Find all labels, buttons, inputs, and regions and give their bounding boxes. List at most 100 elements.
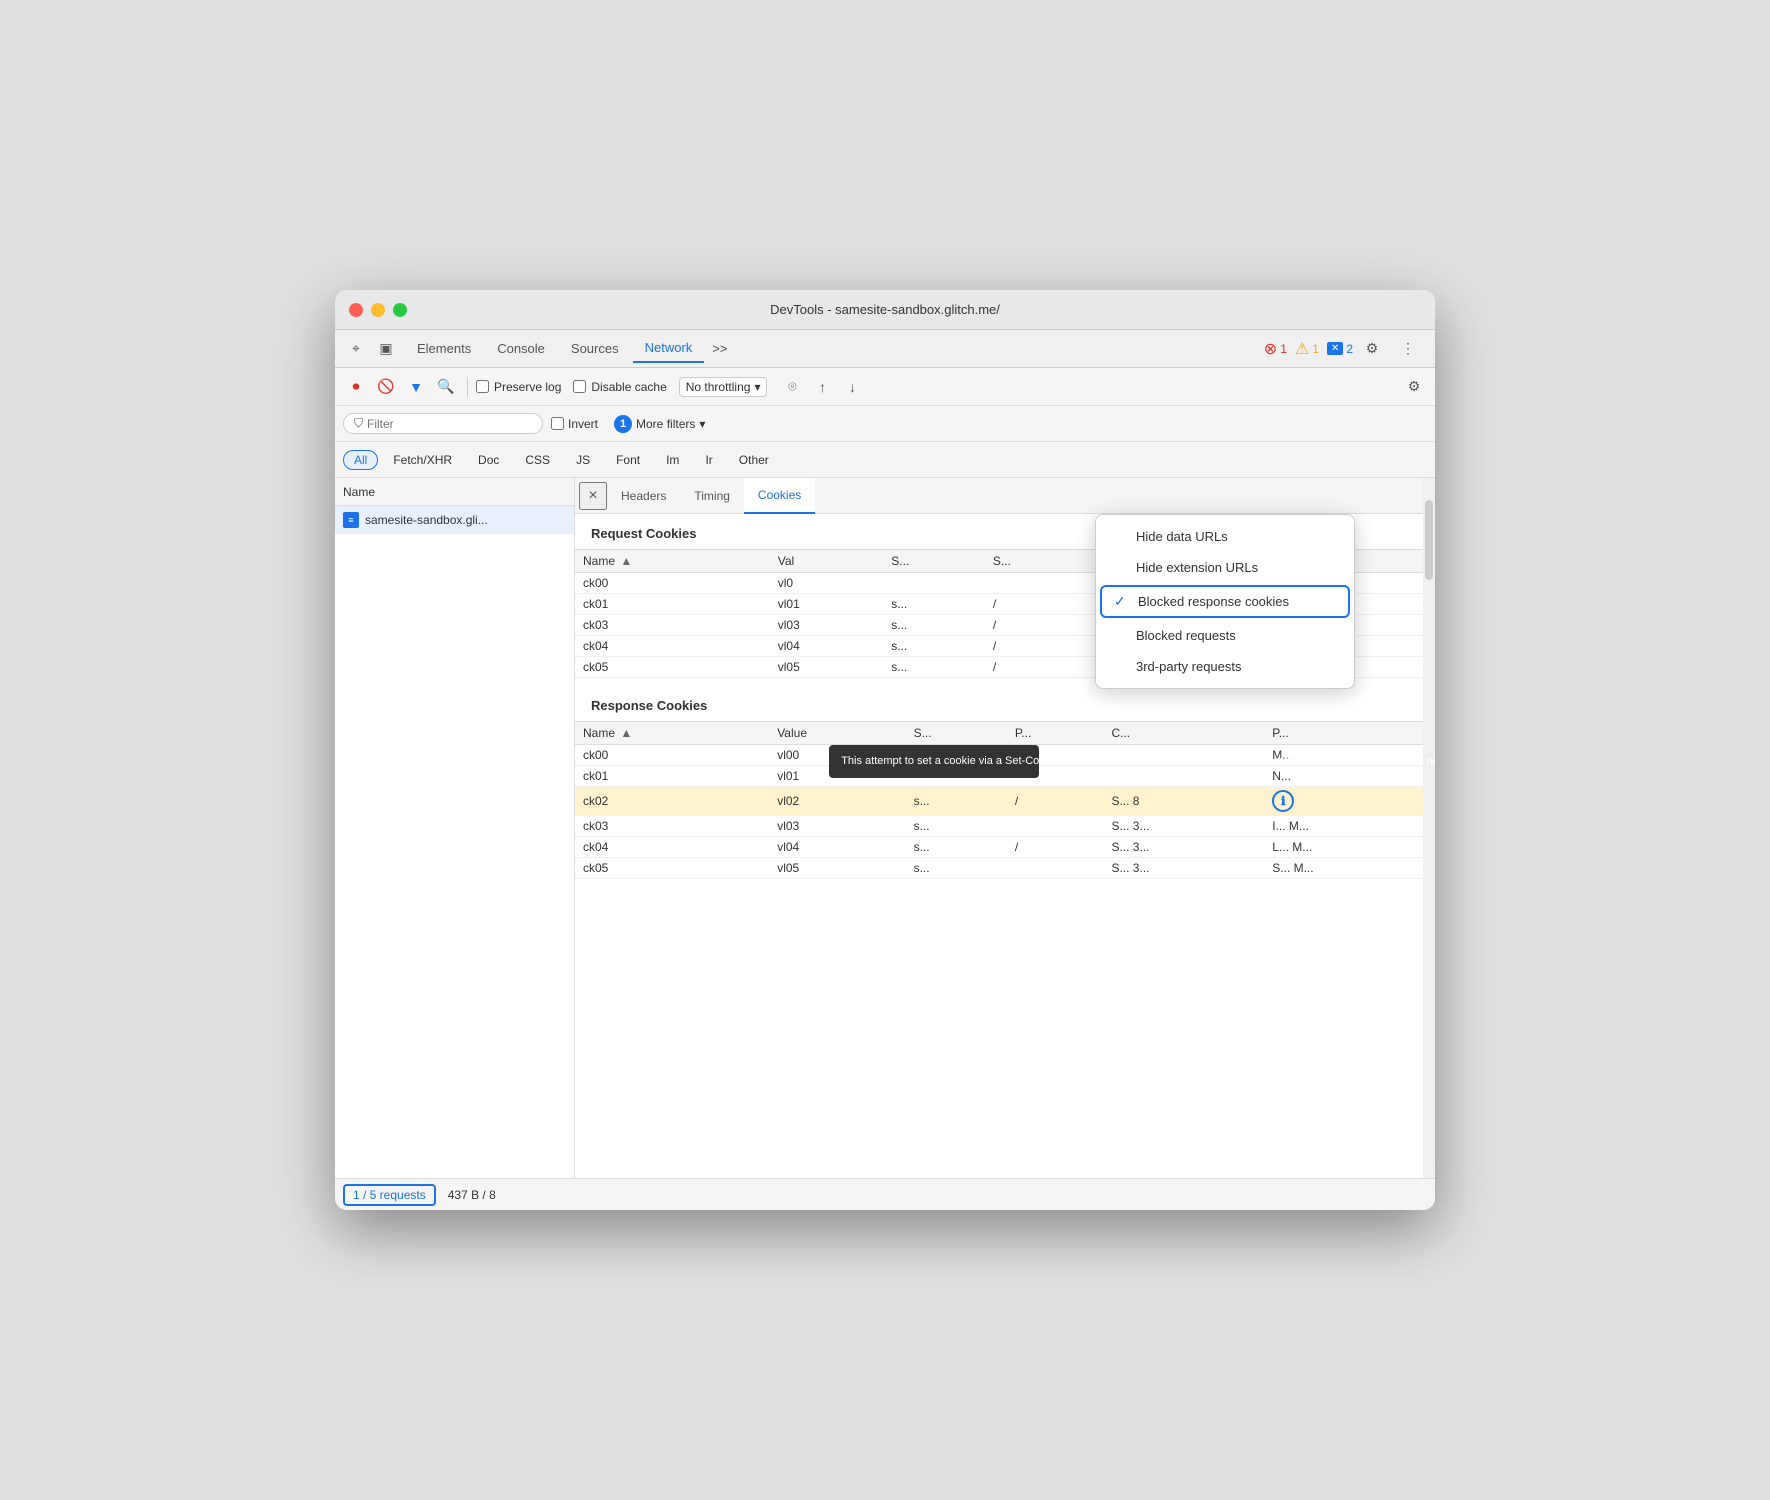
minimize-button[interactable]: [371, 303, 385, 317]
more-filters-label: More filters: [636, 417, 695, 431]
rc-name-col: Name ▲: [575, 550, 770, 573]
rc-row1-name: ck01: [575, 594, 770, 615]
filter-count-badge: 1: [614, 415, 632, 433]
search-button[interactable]: 🔍: [433, 374, 459, 400]
settings-icon[interactable]: ⚙: [1361, 338, 1383, 360]
main-content: Name ≡ samesite-sandbox.gli... × Headers…: [335, 478, 1435, 1178]
scrollbar-thumb[interactable]: [1425, 500, 1433, 580]
detail-panel: × Headers Timing Cookies Request Cookies…: [575, 478, 1435, 1178]
dropdown-item-hide-extension-urls[interactable]: Hide extension URLs: [1096, 552, 1354, 583]
dropdown-item-hide-data-urls[interactable]: Hide data URLs: [1096, 521, 1354, 552]
type-image[interactable]: Im: [655, 450, 690, 470]
warning-count: 1: [1312, 342, 1319, 356]
table-row[interactable]: ck02 vl02 s... / S... 8 ℹ: [575, 787, 1435, 816]
resp-row1-p2: N...: [1264, 766, 1435, 787]
request-row[interactable]: ≡ samesite-sandbox.gli...: [335, 506, 574, 534]
rc-s1-col: S...: [883, 550, 985, 573]
more-tabs-button[interactable]: >>: [706, 337, 733, 360]
type-doc[interactable]: Doc: [467, 450, 510, 470]
resp-row4-name: ck04: [575, 837, 769, 858]
resp-row5-name: ck05: [575, 858, 769, 879]
filter-input-wrap[interactable]: ⛉: [343, 413, 543, 434]
blocked-response-cookies-label: Blocked response cookies: [1138, 594, 1289, 609]
type-js[interactable]: JS: [565, 450, 601, 470]
resp-row3-p2: I... M...: [1264, 816, 1435, 837]
table-row[interactable]: ck03 vl03 s... S... 3... I... M...: [575, 816, 1435, 837]
tab-headers[interactable]: Headers: [607, 478, 680, 514]
dropdown-item-blocked-requests[interactable]: Blocked requests: [1096, 620, 1354, 651]
tooltip-text: This attempt to set a cookie via a Set-C…: [841, 755, 1435, 767]
dropdown-item-3rd-party-requests[interactable]: 3rd-party requests: [1096, 651, 1354, 682]
window-controls: [349, 303, 407, 317]
type-css[interactable]: CSS: [514, 450, 561, 470]
error-count: 1: [1280, 342, 1287, 356]
tab-elements[interactable]: Elements: [405, 335, 483, 363]
type-fetch-xhr[interactable]: Fetch/XHR: [382, 450, 463, 470]
network-settings-icon[interactable]: ⚙: [1401, 374, 1427, 400]
close-detail-button[interactable]: ×: [579, 482, 607, 510]
request-doc-icon: ≡: [343, 512, 359, 528]
info-icon-circle[interactable]: ℹ: [1272, 790, 1294, 812]
rc-s2-col: S...: [985, 550, 1087, 573]
resp-row2-name: ck02: [575, 787, 769, 816]
error-icon: ⊗: [1264, 339, 1277, 359]
more-filters-button[interactable]: 1 More filters ▾: [606, 413, 713, 435]
info-count: 2: [1346, 342, 1353, 356]
resp-s-col: S...: [906, 722, 1007, 745]
scrollbar[interactable]: [1423, 478, 1435, 1178]
cookie-tooltip: This attempt to set a cookie via a Set-C…: [829, 745, 1039, 778]
warning-badge: ⚠ 1: [1295, 339, 1319, 359]
resp-row2-c: S... 8: [1103, 787, 1264, 816]
download-icon[interactable]: ↓: [839, 374, 865, 400]
window-title: DevTools - samesite-sandbox.glitch.me/: [770, 302, 1000, 317]
preserve-log-label: Preserve log: [494, 380, 561, 394]
warning-icon: ⚠: [1295, 339, 1309, 359]
tab-console[interactable]: Console: [485, 335, 557, 363]
resp-row3-p: [1007, 816, 1104, 837]
info-badge: ✕ 2: [1327, 342, 1353, 356]
rc-row0-s2: [985, 573, 1087, 594]
clear-button[interactable]: 🚫: [373, 374, 399, 400]
request-name: samesite-sandbox.gli...: [365, 513, 488, 527]
stop-recording-button[interactable]: ⏺: [343, 374, 369, 400]
invert-label-text: Invert: [568, 417, 598, 431]
invert-input[interactable]: [551, 417, 564, 430]
rc-row3-s1: s...: [883, 636, 985, 657]
rc-value-col: Val: [770, 550, 884, 573]
tab-timing[interactable]: Timing: [680, 478, 744, 514]
requests-panel: Name ≡ samesite-sandbox.gli...: [335, 478, 575, 1178]
requests-count-badge: 1 / 5 requests: [343, 1184, 436, 1206]
preserve-log-input[interactable]: [476, 380, 489, 393]
cursor-icon[interactable]: ⌖: [345, 338, 367, 360]
table-row[interactable]: ck04 vl04 s... / S... 3... L... M...: [575, 837, 1435, 858]
disable-cache-input[interactable]: [573, 380, 586, 393]
resp-row5-s: s...: [906, 858, 1007, 879]
tab-sources[interactable]: Sources: [559, 335, 631, 363]
table-row[interactable]: ck00 vl00 This attempt to set a cookie v…: [575, 745, 1435, 766]
resp-row3-s: s...: [906, 816, 1007, 837]
type-all[interactable]: All: [343, 450, 378, 470]
resp-c-col: C...: [1103, 722, 1264, 745]
throttle-select[interactable]: No throttling ▾: [679, 377, 768, 397]
3rd-party-requests-label: 3rd-party requests: [1136, 659, 1242, 674]
device-icon[interactable]: ▣: [375, 338, 397, 360]
type-ir[interactable]: Ir: [694, 450, 723, 470]
close-button[interactable]: [349, 303, 363, 317]
wifi-icon[interactable]: ⌾: [779, 374, 805, 400]
tab-cookies[interactable]: Cookies: [744, 478, 815, 514]
maximize-button[interactable]: [393, 303, 407, 317]
type-other[interactable]: Other: [728, 450, 780, 470]
more-options-icon[interactable]: ⋮: [1397, 338, 1419, 360]
dropdown-item-blocked-response-cookies[interactable]: ✓ Blocked response cookies: [1100, 585, 1350, 618]
preserve-log-checkbox[interactable]: Preserve log: [476, 380, 561, 394]
disable-cache-checkbox[interactable]: Disable cache: [573, 380, 666, 394]
table-row[interactable]: ck05 vl05 s... S... 3... S... M...: [575, 858, 1435, 879]
tab-network[interactable]: Network: [633, 335, 705, 363]
upload-icon[interactable]: ↑: [809, 374, 835, 400]
resp-row0-value: vl00 This attempt to set a cookie via a …: [769, 745, 905, 766]
invert-checkbox[interactable]: Invert: [551, 417, 598, 431]
blocked-requests-label: Blocked requests: [1136, 628, 1236, 643]
type-font[interactable]: Font: [605, 450, 651, 470]
filter-button[interactable]: ▼: [403, 374, 429, 400]
filter-input[interactable]: [367, 417, 527, 431]
